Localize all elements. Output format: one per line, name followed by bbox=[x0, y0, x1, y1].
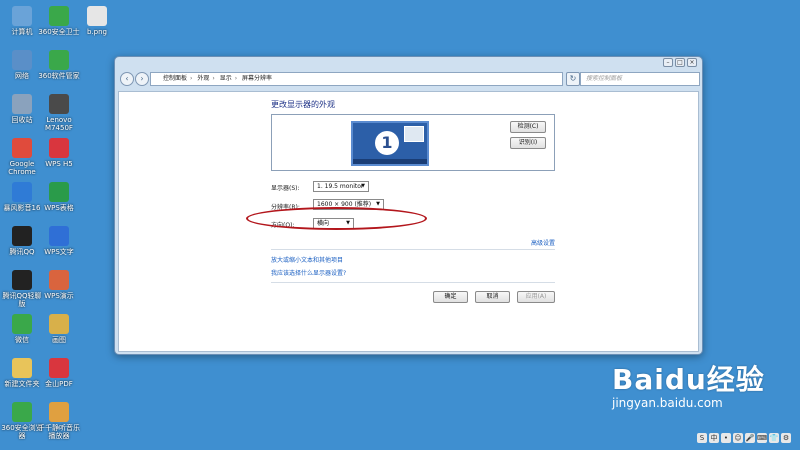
baidu-logo: Baidu经验 bbox=[612, 363, 765, 396]
display-select[interactable]: 1. 19.5 monitor ▼ bbox=[313, 181, 369, 192]
desktop-icon-label: 360软件管家 bbox=[38, 72, 80, 80]
wps-ppt-icon bbox=[49, 270, 69, 290]
search-input[interactable]: 搜索控制面板 bbox=[580, 72, 700, 86]
close-button[interactable]: × bbox=[687, 58, 697, 67]
ok-button[interactable]: 确定 bbox=[433, 291, 468, 303]
breadcrumb-separator: › bbox=[234, 75, 238, 82]
paint-icon bbox=[49, 314, 69, 334]
desktop-icon-label: WPS文字 bbox=[44, 248, 74, 256]
display-value: 1. 19.5 monitor bbox=[317, 183, 364, 190]
desktop-icon-label: WPS演示 bbox=[44, 292, 74, 300]
address-bar[interactable]: 控制面板 › 外观 › 显示 › 屏幕分辨率 bbox=[150, 72, 563, 86]
breadcrumb-3[interactable]: 屏幕分辨率 bbox=[242, 75, 272, 82]
desktop-icon[interactable]: 画图 bbox=[37, 314, 81, 344]
taskbar-thumbnail bbox=[353, 159, 427, 164]
qq-lite-icon bbox=[12, 270, 32, 290]
wechat-icon bbox=[12, 314, 32, 334]
monitor-preview: 1 检测(C) 识别(I) bbox=[271, 114, 555, 171]
tray-icon[interactable]: • bbox=[721, 433, 731, 443]
identify-button[interactable]: 识别(I) bbox=[510, 137, 546, 149]
tray-icon[interactable]: 👕 bbox=[769, 433, 779, 443]
chevron-down-icon: ▼ bbox=[361, 183, 365, 189]
360-software-icon bbox=[49, 50, 69, 70]
360-safe-icon bbox=[49, 6, 69, 26]
desktop-icon[interactable]: b.png bbox=[75, 6, 119, 36]
qq-icon bbox=[12, 226, 32, 246]
display-label: 显示器(S): bbox=[271, 185, 300, 192]
breadcrumb-1[interactable]: 外观 bbox=[197, 75, 209, 82]
wps-h5-icon bbox=[49, 138, 69, 158]
back-button[interactable]: ‹ bbox=[120, 72, 134, 86]
divider bbox=[271, 282, 555, 283]
desktop-icon[interactable]: 千千静听音乐播放器 bbox=[37, 402, 81, 440]
recycle-bin-icon bbox=[12, 94, 32, 114]
wps-sheet-icon bbox=[49, 182, 69, 202]
desktop-icon[interactable]: Lenovo M7450F bbox=[37, 94, 81, 132]
desktop-icon-label: WPS表格 bbox=[44, 204, 74, 212]
360-browser-icon bbox=[12, 402, 32, 422]
desktop-icon-label: 金山PDF bbox=[45, 380, 73, 388]
window-thumbnail bbox=[404, 126, 424, 142]
title-bar: – □ × bbox=[115, 57, 702, 71]
divider bbox=[271, 249, 555, 250]
music-player-icon bbox=[49, 402, 69, 422]
breadcrumb-0[interactable]: 控制面板 bbox=[163, 75, 187, 82]
computer-icon bbox=[12, 6, 32, 26]
highlight-ellipse bbox=[246, 207, 427, 230]
desktop-icon[interactable]: WPS文字 bbox=[37, 226, 81, 256]
desktop-icon-label: 画图 bbox=[52, 336, 66, 344]
tray-icon[interactable]: 🎤 bbox=[745, 433, 755, 443]
which-settings-link[interactable]: 我应该选择什么显示器设置? bbox=[271, 268, 346, 277]
desktop-icon[interactable]: 360软件管家 bbox=[37, 50, 81, 80]
desktop-icon[interactable]: 金山PDF bbox=[37, 358, 81, 388]
advanced-settings-link[interactable]: 高级设置 bbox=[531, 238, 555, 247]
minimize-button[interactable]: – bbox=[663, 58, 673, 67]
breadcrumb-separator: › bbox=[190, 75, 193, 82]
desktop-icon-label: Lenovo M7450F bbox=[45, 116, 73, 132]
tray-icon[interactable]: ☺ bbox=[733, 433, 743, 443]
desktop: 计算机 360安全卫士 b.png 网络 360软件管家 回收站 Lenovo M7450F… bbox=[0, 0, 800, 450]
maximize-button[interactable]: □ bbox=[675, 58, 685, 67]
monitor-thumbnail[interactable]: 1 bbox=[351, 121, 429, 166]
breadcrumb-separator: › bbox=[212, 75, 215, 82]
system-tray: S 中 • ☺ 🎤 ⌨ 👕 ⚙ bbox=[697, 431, 797, 445]
desktop-icon-label: WPS H5 bbox=[45, 160, 73, 168]
printer-icon bbox=[49, 94, 69, 114]
baidu-url: jingyan.baidu.com bbox=[612, 396, 723, 410]
tray-icon[interactable]: ⚙ bbox=[781, 433, 791, 443]
baidu-watermark: Baidu经验 jingyan.baidu.com bbox=[612, 358, 782, 410]
screen-resolution-window: – □ × ‹ › 控制面板 › 外观 › 显示 › 屏幕分辨率 ↻ 搜索控制面板 更… bbox=[114, 56, 703, 355]
desktop-icon[interactable]: WPS表格 bbox=[37, 182, 81, 212]
pdf-icon bbox=[49, 358, 69, 378]
apply-button[interactable]: 应用(A) bbox=[517, 291, 555, 303]
text-size-link[interactable]: 放大或缩小文本和其他项目 bbox=[271, 255, 343, 264]
desktop-icon-label: b.png bbox=[87, 28, 107, 36]
desktop-icon[interactable]: WPS H5 bbox=[37, 138, 81, 168]
image-file-icon bbox=[87, 6, 107, 26]
network-icon bbox=[12, 50, 32, 70]
desktop-icon-label: 千千静听音乐播放器 bbox=[38, 424, 80, 440]
tray-icon[interactable]: 中 bbox=[709, 433, 719, 443]
desktop-icon[interactable]: WPS演示 bbox=[37, 270, 81, 300]
tray-icon[interactable]: S bbox=[697, 433, 707, 443]
wps-writer-icon bbox=[49, 226, 69, 246]
folder-icon bbox=[12, 358, 32, 378]
address-bar-row: ‹ › 控制面板 › 外观 › 显示 › 屏幕分辨率 ↻ 搜索控制面板 bbox=[118, 71, 700, 89]
detect-button[interactable]: 检测(C) bbox=[510, 121, 546, 133]
video-player-icon bbox=[12, 182, 32, 202]
breadcrumb-2[interactable]: 显示 bbox=[220, 75, 232, 82]
tray-icon[interactable]: ⌨ bbox=[757, 433, 767, 443]
forward-button[interactable]: › bbox=[135, 72, 149, 86]
page-title: 更改显示器的外观 bbox=[271, 100, 335, 109]
chrome-icon bbox=[12, 138, 32, 158]
monitor-number: 1 bbox=[375, 131, 399, 155]
cancel-button[interactable]: 取消 bbox=[475, 291, 510, 303]
refresh-icon[interactable]: ↻ bbox=[566, 72, 580, 86]
